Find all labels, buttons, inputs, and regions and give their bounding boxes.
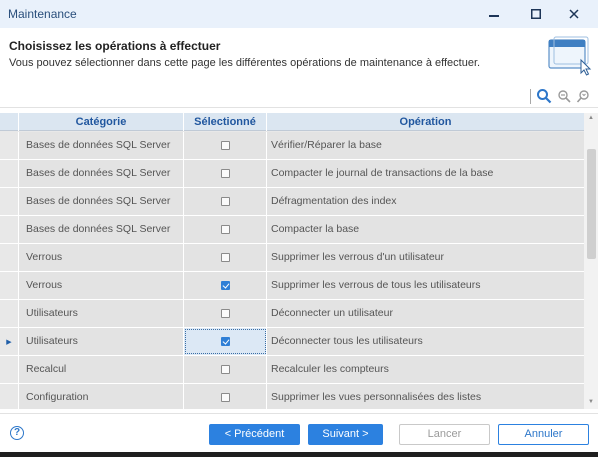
cell-selected[interactable] bbox=[184, 216, 267, 243]
cell-operation[interactable]: Compacter la base bbox=[267, 216, 584, 243]
launch-button[interactable]: Lancer bbox=[399, 424, 490, 445]
selected-checkbox[interactable] bbox=[220, 309, 230, 318]
grid-header: Catégorie Sélectionné Opération bbox=[0, 113, 584, 131]
close-icon bbox=[569, 9, 579, 19]
grid-body: Bases de données SQL Server Vérifier/Répa… bbox=[0, 132, 584, 409]
cell-selected[interactable] bbox=[184, 132, 267, 159]
current-row-arrow-icon: ▶ bbox=[6, 338, 12, 346]
minimize-icon bbox=[489, 15, 499, 17]
page-title: Choisissez les opérations à effectuer bbox=[9, 39, 221, 53]
cell-selected[interactable] bbox=[184, 328, 267, 355]
minimize-button[interactable] bbox=[476, 0, 512, 28]
window-cursor-icon bbox=[548, 36, 592, 76]
cell-category[interactable]: Bases de données SQL Server bbox=[19, 188, 184, 215]
row-indicator[interactable] bbox=[0, 188, 19, 215]
title-bar: Maintenance bbox=[0, 0, 598, 28]
row-indicator[interactable]: ▶ bbox=[0, 328, 19, 355]
cell-category[interactable]: Verrous bbox=[19, 272, 184, 299]
cell-category[interactable]: Utilisateurs bbox=[19, 300, 184, 327]
row-indicator[interactable] bbox=[0, 132, 19, 159]
scroll-down-arrow-icon[interactable]: ▼ bbox=[588, 399, 594, 405]
cell-category[interactable]: Configuration bbox=[19, 384, 184, 409]
scrollbar-thumb[interactable] bbox=[587, 149, 596, 259]
vertical-scrollbar[interactable]: ▲ ▼ bbox=[584, 113, 598, 409]
table-row[interactable]: Bases de données SQL Server Vérifier/Répa… bbox=[0, 132, 584, 160]
cell-selected[interactable] bbox=[184, 272, 267, 299]
table-row[interactable]: Verrous Supprimer les verrous de tous les… bbox=[0, 272, 584, 300]
column-header-operation[interactable]: Opération bbox=[267, 113, 584, 131]
row-indicator[interactable] bbox=[0, 160, 19, 187]
row-indicator-header bbox=[0, 113, 19, 131]
window-title: Maintenance bbox=[8, 7, 77, 21]
selected-checkbox[interactable] bbox=[220, 169, 230, 178]
table-row[interactable]: Configuration Supprimer les vues personna… bbox=[0, 384, 584, 409]
help-icon[interactable]: ? bbox=[10, 426, 24, 440]
table-row[interactable]: Recalcul Recalculer les compteurs bbox=[0, 356, 584, 384]
maximize-button[interactable] bbox=[518, 0, 554, 28]
cell-operation[interactable]: Déconnecter tous les utilisateurs bbox=[267, 328, 584, 355]
scroll-up-arrow-icon[interactable]: ▲ bbox=[588, 115, 594, 121]
selected-checkbox[interactable] bbox=[220, 197, 230, 206]
cell-operation[interactable]: Déconnecter un utilisateur bbox=[267, 300, 584, 327]
cell-operation[interactable]: Recalculer les compteurs bbox=[267, 356, 584, 383]
maximize-icon bbox=[531, 9, 541, 19]
cell-operation[interactable]: Vérifier/Réparer la base bbox=[267, 132, 584, 159]
table-row[interactable]: ▶ Utilisateurs Déconnecter tous les utilis… bbox=[0, 328, 584, 356]
cell-category[interactable]: Bases de données SQL Server bbox=[19, 132, 184, 159]
cell-selected[interactable] bbox=[184, 384, 267, 409]
cell-operation[interactable]: Supprimer les verrous d'un utilisateur bbox=[267, 244, 584, 271]
cell-selected[interactable] bbox=[184, 188, 267, 215]
cell-selected[interactable] bbox=[184, 244, 267, 271]
row-indicator[interactable] bbox=[0, 216, 19, 243]
row-indicator[interactable] bbox=[0, 356, 19, 383]
toolbar-separator bbox=[530, 89, 531, 104]
column-header-category[interactable]: Catégorie bbox=[19, 113, 184, 131]
zoom-out-icon[interactable] bbox=[556, 88, 572, 105]
maintenance-window: Maintenance Choisissez les opérations à … bbox=[0, 0, 598, 452]
previous-button[interactable]: < Précédent bbox=[209, 424, 300, 445]
next-button[interactable]: Suivant > bbox=[308, 424, 383, 445]
cell-category[interactable]: Recalcul bbox=[19, 356, 184, 383]
zoom-reset-icon[interactable] bbox=[576, 88, 592, 105]
search-icon[interactable] bbox=[536, 88, 552, 105]
grid-toolbar bbox=[0, 86, 598, 108]
table-row[interactable]: Bases de données SQL Server Compacter la … bbox=[0, 216, 584, 244]
selected-checkbox[interactable] bbox=[220, 141, 230, 150]
cell-category[interactable]: Utilisateurs bbox=[19, 328, 184, 355]
table-row[interactable]: Bases de données SQL Server Compacter le … bbox=[0, 160, 584, 188]
table-row[interactable]: Utilisateurs Déconnecter un utilisateur bbox=[0, 300, 584, 328]
cell-operation[interactable]: Supprimer les verrous de tous les utilis… bbox=[267, 272, 584, 299]
cell-category[interactable]: Verrous bbox=[19, 244, 184, 271]
selected-checkbox[interactable] bbox=[220, 281, 230, 290]
operations-grid: Catégorie Sélectionné Opération Bases de… bbox=[0, 113, 598, 409]
cell-operation[interactable]: Supprimer les vues personnalisées des li… bbox=[267, 384, 584, 409]
table-row[interactable]: Bases de données SQL Server Défragmentati… bbox=[0, 188, 584, 216]
cancel-button[interactable]: Annuler bbox=[498, 424, 589, 445]
dialog-footer: ? < Précédent Suivant > Lancer Annuler bbox=[0, 413, 598, 452]
selected-checkbox[interactable] bbox=[220, 225, 230, 234]
selected-checkbox[interactable] bbox=[220, 253, 230, 262]
selected-checkbox[interactable] bbox=[220, 337, 230, 346]
row-indicator[interactable] bbox=[0, 384, 19, 409]
page-header: Choisissez les opérations à effectuer Vo… bbox=[0, 28, 598, 86]
row-indicator[interactable] bbox=[0, 300, 19, 327]
cell-category[interactable]: Bases de données SQL Server bbox=[19, 216, 184, 243]
page-subtitle: Vous pouvez sélectionner dans cette page… bbox=[9, 57, 481, 69]
selected-checkbox[interactable] bbox=[220, 393, 230, 402]
row-indicator[interactable] bbox=[0, 244, 19, 271]
selected-checkbox[interactable] bbox=[220, 365, 230, 374]
cell-operation[interactable]: Compacter le journal de transactions de … bbox=[267, 160, 584, 187]
row-indicator[interactable] bbox=[0, 272, 19, 299]
column-header-selected[interactable]: Sélectionné bbox=[184, 113, 267, 131]
cell-selected[interactable] bbox=[184, 356, 267, 383]
taskbar-edge bbox=[0, 452, 598, 457]
close-button[interactable] bbox=[556, 0, 592, 28]
cell-selected[interactable] bbox=[184, 160, 267, 187]
cell-category[interactable]: Bases de données SQL Server bbox=[19, 160, 184, 187]
cell-operation[interactable]: Défragmentation des index bbox=[267, 188, 584, 215]
table-row[interactable]: Verrous Supprimer les verrous d'un utilis… bbox=[0, 244, 584, 272]
cell-selected[interactable] bbox=[184, 300, 267, 327]
